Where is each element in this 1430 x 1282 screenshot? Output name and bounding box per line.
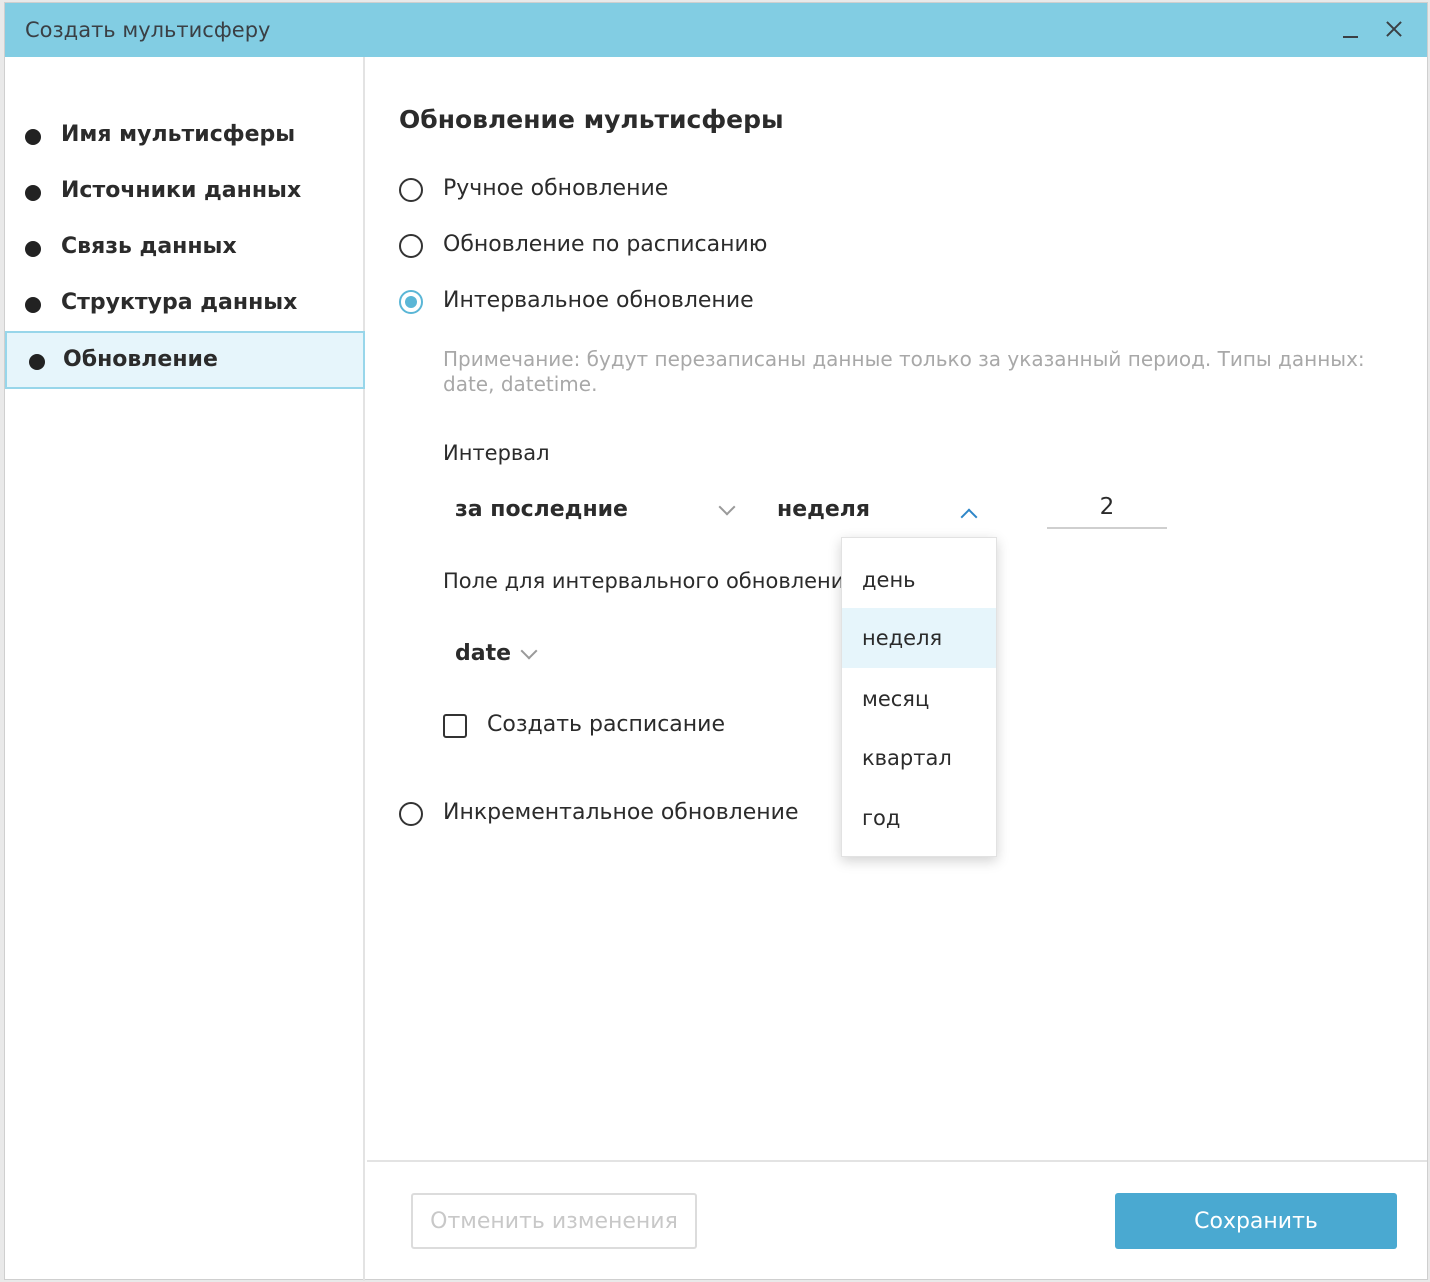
interval-unit-select[interactable]: неделя (765, 491, 985, 531)
interval-field-select[interactable]: date (443, 635, 563, 675)
select-value: date (455, 641, 512, 666)
update-settings-panel: Обновление мультисферы Ручное обновление… (367, 57, 1427, 1281)
dropdown-option-week[interactable]: неделя (842, 608, 996, 668)
step-data-sources[interactable]: Источники данных (5, 163, 365, 221)
radio-button[interactable] (399, 178, 423, 202)
step-label: Источники данных (61, 178, 302, 203)
interval-unit-dropdown: день неделя месяц квартал год (841, 537, 997, 857)
chevron-down-icon (718, 498, 736, 516)
radio-button[interactable] (399, 802, 423, 826)
step-label: Связь данных (61, 234, 237, 259)
minimize-icon[interactable] (1337, 15, 1365, 43)
interval-count-input[interactable] (1047, 487, 1167, 529)
footer-divider (367, 1160, 1427, 1162)
select-value: неделя (777, 497, 871, 522)
step-update[interactable]: Обновление (5, 331, 365, 389)
page-title: Обновление мультисферы (399, 105, 784, 134)
close-icon[interactable] (1380, 15, 1408, 43)
create-schedule-checkbox[interactable] (443, 714, 467, 738)
interval-field-label: Поле для интервального обновления (443, 569, 858, 593)
dropdown-option-day[interactable]: день (842, 550, 996, 610)
checkbox-label: Создать расписание (487, 712, 726, 737)
radio-button[interactable] (399, 234, 423, 258)
create-multisphere-dialog: Создать мультисферу Имя мультисферы Исто… (4, 2, 1428, 1281)
chevron-down-icon (520, 642, 538, 660)
step-label: Имя мультисферы (61, 122, 296, 147)
dropdown-option-quarter[interactable]: квартал (842, 728, 996, 788)
step-dot-icon (25, 185, 41, 201)
step-dot-icon (29, 354, 45, 370)
radio-label: Обновление по расписанию (443, 232, 768, 257)
step-dot-icon (25, 241, 41, 257)
dropdown-option-month[interactable]: месяц (842, 669, 996, 729)
dropdown-option-year[interactable]: год (842, 788, 996, 848)
step-multisphere-name[interactable]: Имя мультисферы (5, 107, 365, 165)
radio-button[interactable] (399, 290, 423, 314)
step-data-structure[interactable]: Структура данных (5, 275, 365, 333)
cancel-changes-button[interactable]: Отменить изменения (411, 1193, 697, 1249)
step-data-links[interactable]: Связь данных (5, 219, 365, 277)
radio-label: Интервальное обновление (443, 288, 754, 313)
step-dot-icon (25, 129, 41, 145)
radio-label: Инкрементальное обновление (443, 800, 799, 825)
chevron-up-icon (960, 508, 978, 526)
steps-sidebar: Имя мультисферы Источники данных Связь д… (5, 57, 365, 1281)
save-button[interactable]: Сохранить (1115, 1193, 1397, 1249)
interval-label: Интервал (443, 441, 550, 465)
radio-label: Ручное обновление (443, 176, 669, 201)
step-label: Структура данных (61, 290, 298, 315)
interval-note: Примечание: будут перезаписаны данные то… (443, 347, 1365, 396)
interval-range-select[interactable]: за последние (443, 491, 743, 531)
step-label: Обновление (63, 347, 218, 372)
title-bar: Создать мультисферу (5, 3, 1427, 57)
window-title: Создать мультисферу (25, 18, 271, 42)
select-value: за последние (455, 497, 628, 522)
step-dot-icon (25, 297, 41, 313)
